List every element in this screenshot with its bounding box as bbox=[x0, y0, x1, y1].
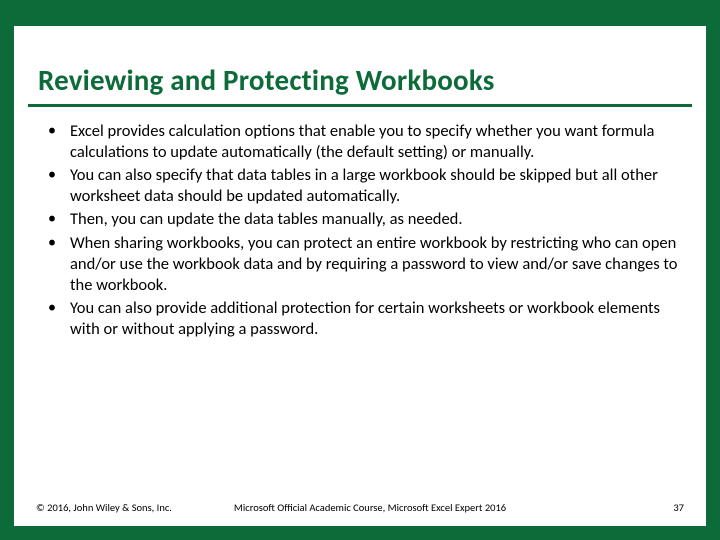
bullet-item: Then, you can update the data tables man… bbox=[40, 209, 680, 230]
bullet-item: You can also specify that data tables in… bbox=[40, 165, 680, 207]
footer-page-number: 37 bbox=[673, 501, 684, 514]
slide-content: Excel provides calculation options that … bbox=[14, 117, 706, 340]
bullet-item: When sharing workbooks, you can protect … bbox=[40, 233, 680, 296]
title-rule bbox=[28, 104, 692, 107]
slide: Reviewing and Protecting Workbooks Excel… bbox=[14, 26, 706, 526]
slide-footer: © 2016, John Wiley & Sons, Inc. Microsof… bbox=[14, 501, 706, 514]
footer-course: Microsoft Official Academic Course, Micr… bbox=[172, 501, 673, 514]
slide-title: Reviewing and Protecting Workbooks bbox=[14, 26, 706, 104]
bullet-item: You can also provide additional protecti… bbox=[40, 298, 680, 340]
footer-copyright: © 2016, John Wiley & Sons, Inc. bbox=[36, 501, 172, 514]
bullet-list: Excel provides calculation options that … bbox=[40, 121, 680, 340]
bullet-item: Excel provides calculation options that … bbox=[40, 121, 680, 163]
